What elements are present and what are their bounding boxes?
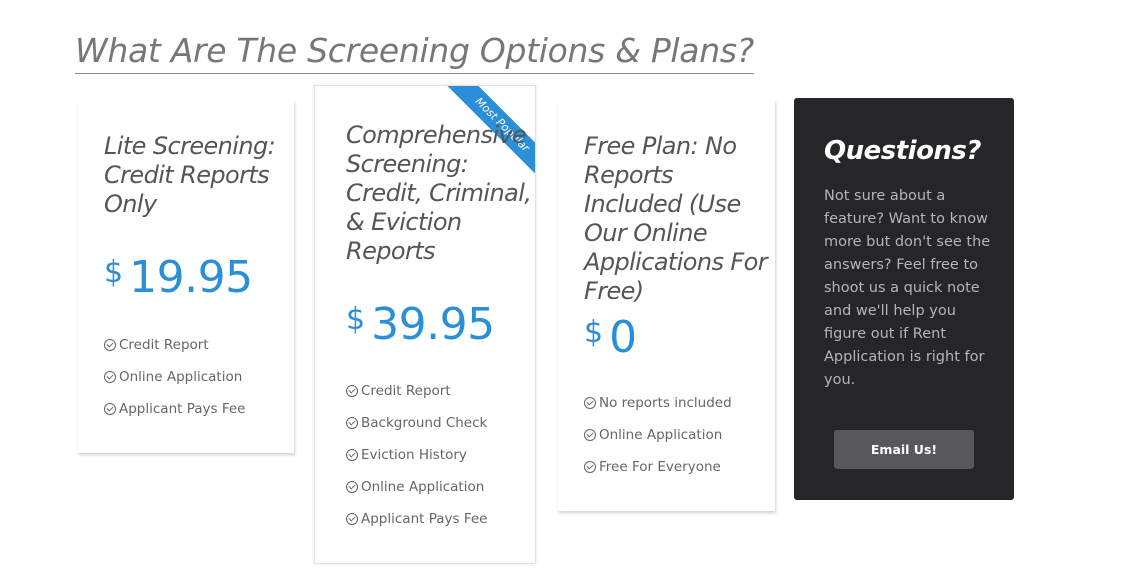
plan-title: Lite Screening: Credit Reports Only: [104, 132, 276, 218]
feature-label: Online Application: [361, 479, 485, 495]
plan-card-comprehensive: Most Popular Comprehensive Screening: Cr…: [314, 85, 536, 564]
feature-list: Credit Report Background Check Eviction …: [346, 382, 487, 542]
plan-title: Free Plan: No Reports Included (Use Our …: [584, 132, 768, 305]
check-circle-icon: [104, 403, 116, 415]
feature-label: Free For Everyone: [599, 459, 721, 475]
price-amount: 39.95: [371, 299, 495, 350]
plan-price: $19.95: [104, 252, 253, 303]
check-circle-icon: [584, 429, 596, 441]
feature-list: No reports included Online Application F…: [584, 394, 732, 490]
check-circle-icon: [104, 339, 116, 351]
feature-label: Credit Report: [361, 383, 451, 399]
feature-item: Online Application: [346, 478, 487, 510]
feature-list: Credit Report Online Application Applica…: [104, 336, 245, 432]
currency-symbol: $: [584, 315, 604, 350]
plan-card-free: Free Plan: No Reports Included (Use Our …: [558, 100, 775, 511]
feature-item: Background Check: [346, 414, 487, 446]
check-circle-icon: [346, 449, 358, 461]
feature-label: Credit Report: [119, 337, 209, 353]
check-circle-icon: [346, 385, 358, 397]
feature-item: Applicant Pays Fee: [346, 510, 487, 542]
check-circle-icon: [104, 371, 116, 383]
feature-item: Eviction History: [346, 446, 487, 478]
feature-item: Free For Everyone: [584, 458, 732, 490]
questions-title: Questions?: [824, 136, 982, 166]
price-amount: 19.95: [129, 252, 253, 303]
check-circle-icon: [584, 461, 596, 473]
feature-label: Background Check: [361, 415, 488, 431]
feature-item: No reports included: [584, 394, 732, 426]
questions-panel: Questions? Not sure about a feature? Wan…: [794, 98, 1014, 500]
page-title: What Are The Screening Options & Plans?: [75, 30, 754, 74]
questions-body: Not sure about a feature? Want to know m…: [824, 188, 991, 388]
price-amount: 0: [609, 312, 637, 363]
check-circle-icon: [346, 513, 358, 525]
feature-item: Credit Report: [346, 382, 487, 414]
check-circle-icon: [584, 397, 596, 409]
feature-label: Online Application: [119, 369, 243, 385]
feature-item: Online Application: [584, 426, 732, 458]
plan-title: Comprehensive Screening: Credit, Crimina…: [346, 121, 532, 265]
plan-price: $0: [584, 312, 637, 363]
email-us-button[interactable]: Email Us!: [834, 430, 974, 469]
currency-symbol: $: [104, 255, 124, 290]
check-circle-icon: [346, 417, 358, 429]
currency-symbol: $: [346, 302, 366, 337]
feature-label: Applicant Pays Fee: [361, 511, 488, 527]
feature-item: Credit Report: [104, 336, 245, 368]
feature-item: Online Application: [104, 368, 245, 400]
check-circle-icon: [346, 481, 358, 493]
plan-price: $39.95: [346, 299, 495, 350]
feature-label: Applicant Pays Fee: [119, 401, 246, 417]
feature-label: Eviction History: [361, 447, 467, 463]
plan-card-lite: Lite Screening: Credit Reports Only $19.…: [78, 100, 294, 453]
feature-label: No reports included: [599, 395, 732, 411]
feature-label: Online Application: [599, 427, 723, 443]
feature-item: Applicant Pays Fee: [104, 400, 245, 432]
